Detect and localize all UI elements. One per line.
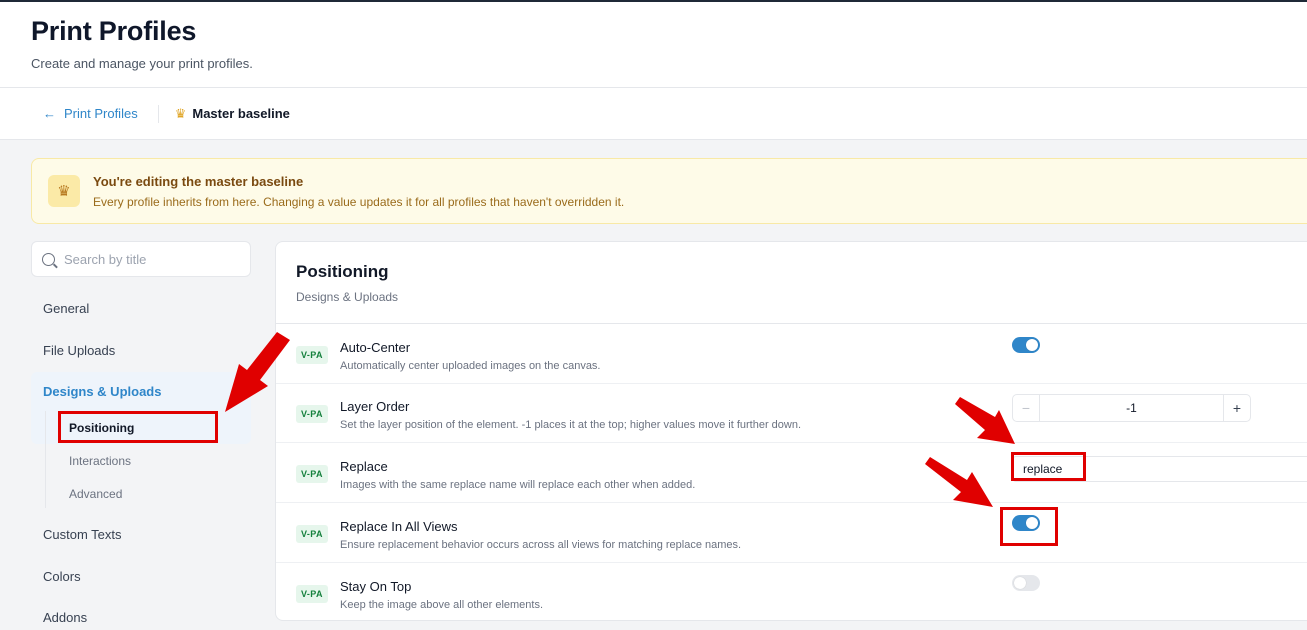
sidebar-item-custom-texts[interactable]: Custom Texts <box>43 527 122 542</box>
search-box[interactable] <box>31 241 251 277</box>
toggle-knob <box>1026 339 1038 351</box>
auto-center-toggle[interactable] <box>1012 337 1040 353</box>
layer-order-stepper: − -1 + <box>1012 394 1251 422</box>
version-badge: V-PA <box>296 465 328 483</box>
setting-row-replace-in-all-views: V-PA Replace In All Views Ensure replace… <box>276 503 1307 563</box>
panel-subtitle: Designs & Uploads <box>296 290 399 304</box>
setting-name: Stay On Top <box>340 579 412 594</box>
page-subtitle: Create and manage your print profiles. <box>31 56 253 71</box>
setting-description: Set the layer position of the element. -… <box>340 419 802 431</box>
breadcrumb-divider <box>157 104 159 123</box>
setting-row-stay-on-top: V-PA Stay On Top Keep the image above al… <box>276 563 1307 623</box>
setting-row-layer-order: V-PA Layer Order Set the layer position … <box>276 383 1307 443</box>
breadcrumb-current-label: Master baseline <box>192 106 290 121</box>
page-title: Print Profiles <box>31 16 197 46</box>
master-baseline-banner: ♛ You're editing the master baseline Eve… <box>31 158 1307 224</box>
crown-icon: ♛ <box>48 175 80 207</box>
search-icon <box>42 252 55 266</box>
setting-description: Keep the image above all other elements. <box>340 599 544 611</box>
panel-title: Positioning <box>296 262 389 281</box>
version-badge: V-PA <box>296 346 328 364</box>
banner-title: You're editing the master baseline <box>93 173 304 189</box>
setting-description: Images with the same replace name will r… <box>340 479 696 491</box>
subnav-item-positioning[interactable]: Positioning <box>69 421 134 435</box>
version-badge: V-PA <box>296 405 328 423</box>
version-badge: V-PA <box>296 525 328 543</box>
breadcrumb-current: ♛ Master baseline <box>175 106 290 122</box>
setting-row-auto-center: V-PA Auto-Center Automatically center up… <box>276 324 1307 384</box>
replace-in-all-views-toggle[interactable] <box>1012 515 1040 531</box>
banner-description: Every profile inherits from here. Changi… <box>93 194 625 209</box>
setting-name: Replace <box>340 459 388 474</box>
crown-icon: ♛ <box>174 105 187 121</box>
breadcrumb: ← Print Profiles ♛ Master baseline <box>0 87 1307 140</box>
sidebar-item-file-uploads[interactable]: File Uploads <box>43 343 115 358</box>
settings-panel: Positioning Designs & Uploads V-PA Auto-… <box>275 241 1307 621</box>
increment-button[interactable]: + <box>1223 395 1250 421</box>
sidebar-item-general[interactable]: General <box>43 301 89 316</box>
sidebar-active-background <box>31 372 251 444</box>
search-input[interactable] <box>64 251 234 267</box>
subnav-line <box>45 411 46 508</box>
stay-on-top-toggle[interactable] <box>1012 575 1040 591</box>
page-header: Print Profiles Create and manage your pr… <box>0 2 1307 87</box>
layer-order-value[interactable]: -1 <box>1040 395 1223 421</box>
arrow-left-icon: ← <box>43 106 56 121</box>
version-badge: V-PA <box>296 585 328 603</box>
setting-description: Ensure replacement behavior occurs acros… <box>340 539 742 551</box>
sidebar: General File Uploads Designs & Uploads P… <box>31 241 251 625</box>
back-link[interactable]: ← Print Profiles <box>43 106 138 121</box>
setting-row-replace: V-PA Replace Images with the same replac… <box>276 443 1307 503</box>
setting-description: Automatically center uploaded images on … <box>340 360 601 372</box>
setting-name: Replace In All Views <box>340 519 458 534</box>
sidebar-item-designs-uploads[interactable]: Designs & Uploads <box>43 384 161 399</box>
replace-name-input[interactable] <box>1012 456 1307 482</box>
sidebar-item-addons[interactable]: Addons <box>43 610 87 625</box>
toggle-knob <box>1014 577 1026 589</box>
sidebar-item-colors[interactable]: Colors <box>43 569 81 584</box>
back-link-label: Print Profiles <box>64 106 138 121</box>
setting-name: Layer Order <box>340 399 410 414</box>
subnav-item-interactions[interactable]: Interactions <box>69 454 131 468</box>
decrement-button[interactable]: − <box>1013 395 1040 421</box>
toggle-knob <box>1026 517 1038 529</box>
subnav-item-advanced[interactable]: Advanced <box>69 487 122 501</box>
setting-name: Auto-Center <box>340 340 411 355</box>
